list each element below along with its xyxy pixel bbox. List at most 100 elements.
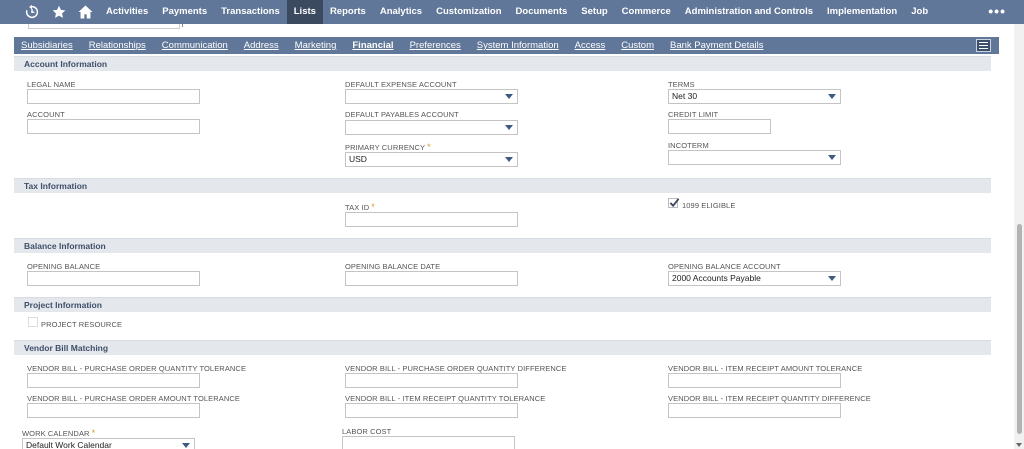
default-expense-account-select[interactable] [345, 89, 518, 104]
chevron-down-icon [828, 155, 836, 160]
nav-commerce[interactable]: Commerce [615, 0, 678, 24]
account-input[interactable] [27, 119, 200, 134]
vb-po-qty-difference-input[interactable] [345, 373, 518, 388]
legal-name-label: LEGAL NAME [27, 80, 76, 89]
terms-select[interactable]: Net 30 [668, 89, 841, 104]
nav-transactions[interactable]: Transactions [214, 0, 287, 24]
tab-address[interactable]: Address [244, 40, 279, 51]
netsuite-vendor-form: Activities Payments Transactions Lists R… [0, 0, 1024, 449]
vb-ir-qty-tolerance-label: VENDOR BILL - ITEM RECEIPT QUANTITY TOLE… [345, 394, 546, 403]
incoterm-select[interactable] [668, 150, 841, 165]
1099-eligible-checkbox[interactable] [668, 198, 680, 208]
tab-access[interactable]: Access [575, 40, 606, 51]
scroll-down-icon[interactable] [1016, 443, 1022, 447]
vb-po-amount-tolerance-input[interactable] [27, 403, 200, 418]
project-resource-label: PROJECT RESOURCE [41, 320, 123, 329]
opening-balance-date-label: OPENING BALANCE DATE [345, 262, 441, 271]
tax-id-label: TAX ID * [345, 202, 375, 212]
tab-relationships[interactable]: Relationships [89, 40, 146, 51]
vb-po-qty-difference-label: VENDOR BILL - PURCHASE ORDER QUANTITY DI… [345, 364, 567, 373]
recent-records-icon[interactable] [18, 0, 45, 24]
section-balance-information[interactable]: Balance Information [14, 238, 991, 253]
tab-marketing[interactable]: Marketing [295, 40, 337, 51]
menu-collapse-icon[interactable] [976, 39, 991, 52]
primary-currency-select[interactable]: USD [345, 152, 518, 167]
default-expense-account-label: DEFAULT EXPENSE ACCOUNT [345, 80, 457, 89]
subtab-bar: Subsidiaries Relationships Communication… [14, 37, 999, 54]
home-icon[interactable] [72, 0, 99, 24]
tab-subsidiaries[interactable]: Subsidiaries [21, 40, 73, 51]
vb-ir-amount-tolerance-input[interactable] [668, 373, 841, 388]
vb-ir-amount-tolerance-label: VENDOR BILL - ITEM RECEIPT AMOUNT TOLERA… [668, 364, 863, 373]
primary-currency-value: USD [349, 154, 367, 164]
account-label: ACCOUNT [27, 110, 65, 119]
required-mark: * [371, 202, 375, 212]
section-account-information[interactable]: Account Information [14, 56, 991, 71]
vb-ir-qty-difference-input[interactable] [668, 403, 841, 418]
nav-job[interactable]: Job [904, 0, 935, 24]
default-payables-account-label: DEFAULT PAYABLES ACCOUNT [345, 110, 459, 119]
scrolled-content-edge [0, 24, 1024, 36]
opening-balance-account-label: OPENING BALANCE ACCOUNT [668, 262, 781, 271]
terms-label: TERMS [668, 80, 695, 89]
primary-currency-label: PRIMARY CURRENCY * [345, 142, 431, 152]
vb-ir-qty-tolerance-input[interactable] [345, 403, 518, 418]
star-icon[interactable] [45, 0, 72, 24]
vb-po-qty-tolerance-label: VENDOR BILL - PURCHASE ORDER QUANTITY TO… [27, 364, 247, 373]
chevron-down-icon [505, 94, 513, 99]
tab-custom[interactable]: Custom [621, 40, 654, 51]
nav-administration[interactable]: Administration and Controls [678, 0, 820, 24]
chevron-down-icon [182, 443, 190, 448]
opening-balance-account-value: 2000 Accounts Payable [672, 273, 761, 283]
page-scrollbar[interactable] [1014, 24, 1024, 449]
vb-ir-qty-difference-label: VENDOR BILL - ITEM RECEIPT QUANTITY DIFF… [668, 394, 871, 403]
vb-po-qty-tolerance-input[interactable] [27, 373, 200, 388]
work-calendar-value: Default Work Calendar [26, 440, 112, 449]
nav-lists[interactable]: Lists [286, 0, 323, 24]
tab-system-information[interactable]: System Information [477, 40, 559, 51]
section-vendor-bill-matching[interactable]: Vendor Bill Matching [14, 340, 991, 355]
section-tax-information[interactable]: Tax Information [14, 178, 991, 193]
chevron-down-icon [828, 276, 836, 281]
chevron-down-icon [505, 125, 513, 130]
labor-cost-input[interactable] [342, 436, 515, 449]
tab-financial[interactable]: Financial [352, 40, 393, 51]
opening-balance-account-select[interactable]: 2000 Accounts Payable [668, 271, 841, 286]
tab-preferences[interactable]: Preferences [410, 40, 461, 51]
nav-customization[interactable]: Customization [429, 0, 508, 24]
work-calendar-label-text: WORK CALENDAR [22, 429, 90, 438]
labor-cost-label: LABOR COST [342, 427, 392, 436]
work-calendar-label: WORK CALENDAR * [22, 428, 95, 438]
required-mark: * [91, 428, 96, 438]
project-resource-checkbox[interactable] [28, 317, 38, 327]
opening-balance-label: OPENING BALANCE [27, 262, 101, 271]
opening-balance-date-input[interactable] [345, 271, 518, 286]
legal-name-input[interactable] [27, 89, 200, 104]
tab-communication[interactable]: Communication [162, 40, 228, 51]
credit-limit-input[interactable] [668, 119, 771, 134]
more-menu-button[interactable]: ••• [988, 0, 1006, 24]
section-project-information[interactable]: Project Information [14, 297, 991, 312]
chevron-down-icon [828, 94, 836, 99]
work-calendar-select[interactable]: Default Work Calendar [22, 438, 195, 449]
nav-analytics[interactable]: Analytics [373, 0, 429, 24]
tab-bank-payment-details[interactable]: Bank Payment Details [670, 40, 763, 51]
opening-balance-input[interactable] [27, 271, 200, 286]
chevron-down-icon [505, 157, 513, 162]
default-payables-account-select[interactable] [345, 120, 518, 135]
top-navigation: Activities Payments Transactions Lists R… [0, 0, 1024, 24]
partial-field [28, 24, 180, 29]
nav-setup[interactable]: Setup [574, 0, 614, 24]
tax-id-label-text: TAX ID [345, 203, 370, 212]
nav-activities[interactable]: Activities [99, 0, 155, 24]
nav-payments[interactable]: Payments [155, 0, 214, 24]
vb-po-amount-tolerance-label: VENDOR BILL - PURCHASE ORDER AMOUNT TOLE… [27, 394, 241, 403]
credit-limit-label: CREDIT LIMIT [668, 110, 719, 119]
nav-reports[interactable]: Reports [323, 0, 373, 24]
tax-id-input[interactable] [345, 212, 518, 227]
nav-implementation[interactable]: Implementation [820, 0, 904, 24]
scrollbar-thumb[interactable] [1017, 224, 1022, 434]
nav-documents[interactable]: Documents [509, 0, 575, 24]
required-mark: * [427, 142, 431, 152]
partial-field-edge [182, 24, 186, 27]
